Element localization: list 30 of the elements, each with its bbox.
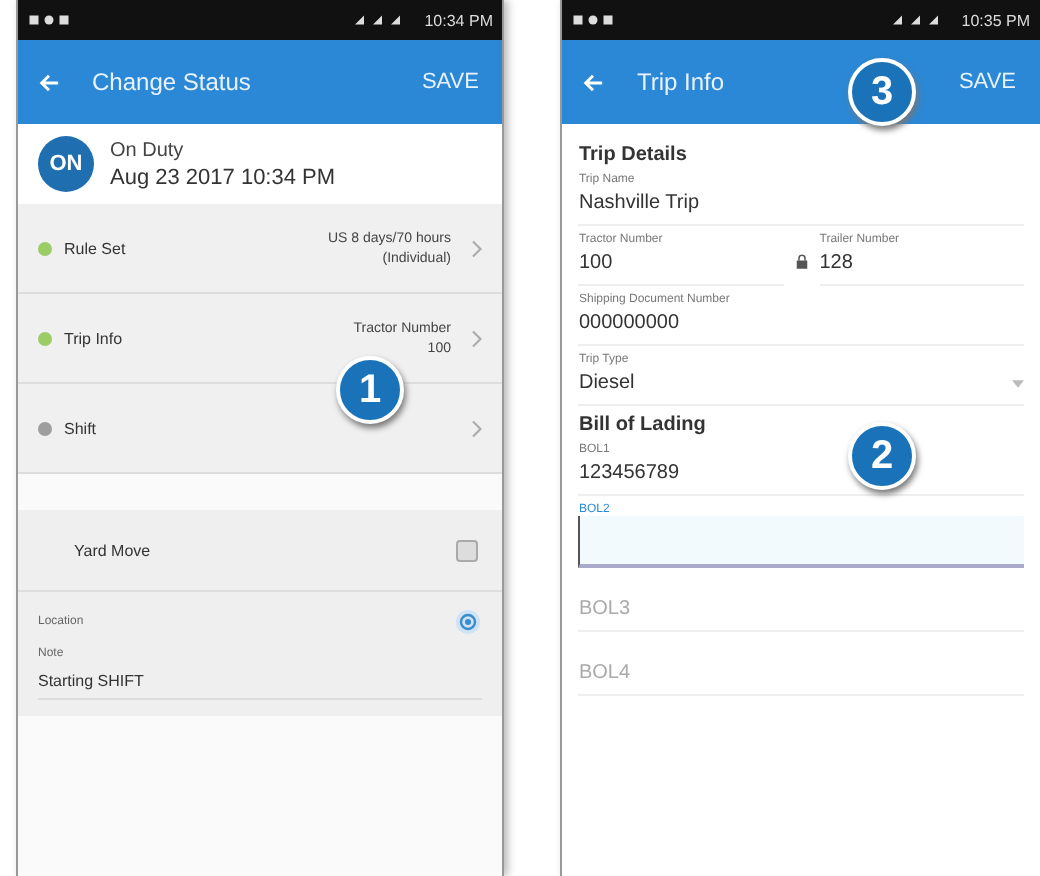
status-time: 10:34 PM [424, 11, 493, 29]
chevron-icon [470, 419, 483, 437]
shipping-document-field[interactable]: 000000000 [578, 306, 1024, 346]
chevron-icon [470, 239, 483, 257]
chevron-icon [470, 329, 483, 347]
caret-icon [1012, 379, 1024, 387]
screen-title: Change Status [92, 68, 251, 96]
trip-name-field[interactable]: Nashville Trip [578, 186, 1024, 226]
row-label: Yard Move [74, 541, 151, 559]
trip-type-dropdown[interactable]: Diesel [578, 366, 1024, 406]
note-field[interactable]: Starting SHIFT [38, 672, 483, 700]
lock-icon [795, 254, 808, 270]
back-icon[interactable] [582, 71, 605, 93]
status-avatar: ON [38, 136, 94, 192]
status-name: On Duty [110, 139, 186, 161]
trailer-number-field[interactable]: 128 [819, 246, 1025, 286]
row-label: Shift [64, 419, 97, 437]
status-datetime: Aug 23 2017 10:34 PM [110, 165, 336, 189]
tractor-number-field[interactable]: 100 [578, 246, 784, 286]
row-label: Rule Set [64, 239, 126, 257]
toggle-switch[interactable] [456, 539, 479, 561]
status-time: 10:35 PM [961, 11, 1030, 29]
yard-move-row[interactable]: Yard Move [18, 510, 503, 592]
location-target-icon[interactable] [454, 608, 483, 636]
screen-title: Trip Info [636, 68, 725, 96]
section-heading: Trip Details [578, 144, 689, 166]
back-icon[interactable] [38, 71, 60, 93]
row-label: Trip Info [64, 329, 123, 347]
section-heading: Bill of Lading [578, 414, 708, 436]
bol-input-field[interactable] [578, 516, 1024, 568]
